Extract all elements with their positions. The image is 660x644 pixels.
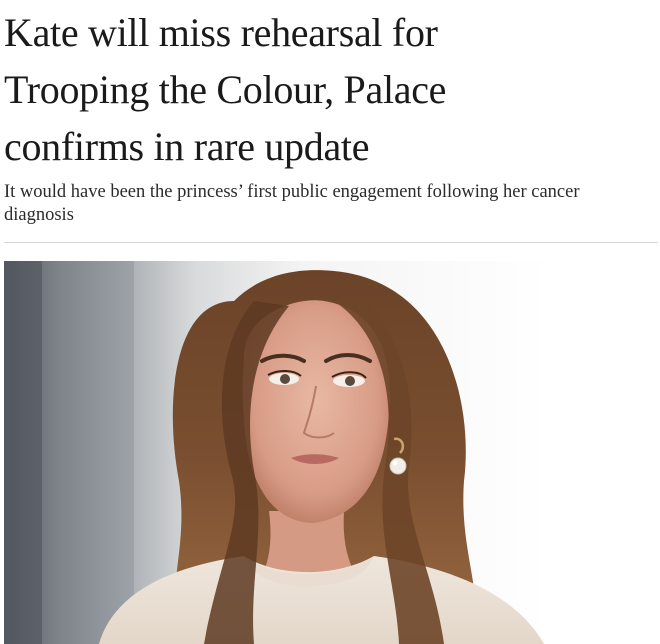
- article-standfirst: It would have been the princess’ first p…: [4, 182, 580, 225]
- portrait-illustration: [4, 261, 550, 644]
- divider: [4, 242, 658, 243]
- article-photo[interactable]: [4, 261, 550, 644]
- article-headline: Kate will miss rehearsal for Trooping th…: [4, 10, 447, 169]
